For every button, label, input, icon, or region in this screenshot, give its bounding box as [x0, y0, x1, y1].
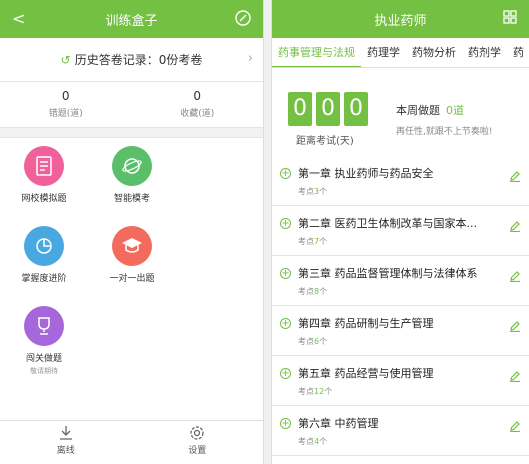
- section-divider: [0, 128, 263, 138]
- chapter-points: 考点6个: [298, 337, 328, 346]
- chapter-item[interactable]: + 第五章 药品经营与使用管理 考点12个: [272, 356, 529, 406]
- chapter-item[interactable]: + 第三章 药品监督管理体制与法律体系 考点8个: [272, 256, 529, 306]
- pharmacist-screen: 执业药师 药事管理与法规 药理学 药物分析 药剂学 药 0 0 0 距离考试(天…: [271, 0, 529, 464]
- challenge-item[interactable]: 闯关做题 敬请期待: [0, 306, 88, 386]
- back-icon[interactable]: <: [12, 9, 25, 28]
- weekly-label: 本周做题: [396, 104, 440, 117]
- chapter-item[interactable]: + 第一章 执业药师与药品安全 考点3个: [272, 156, 529, 206]
- chapter-title: 第六章 中药管理: [298, 417, 379, 430]
- one-on-one-label: 一对一出题: [109, 274, 155, 284]
- trophy-icon: [24, 306, 64, 346]
- expand-icon[interactable]: +: [280, 418, 291, 429]
- offline-label: 离线: [56, 446, 75, 456]
- chapter-item[interactable]: + 第四章 药品研制与生产管理 考点6个: [272, 306, 529, 356]
- chapter-item[interactable]: + 第六章 中药管理 考点4个: [272, 406, 529, 456]
- gear-icon: [132, 425, 264, 443]
- settings-label: 设置: [188, 446, 207, 456]
- pencil-icon[interactable]: [509, 417, 521, 436]
- grid-menu-icon[interactable]: [503, 10, 517, 28]
- page-title: 训练盒子: [105, 13, 158, 29]
- chapter-title: 第一章 执业药师与药品安全: [298, 167, 434, 180]
- history-value: 0份考卷: [158, 53, 203, 67]
- page-title: 执业药师: [374, 13, 427, 29]
- tab-pharmaceutics[interactable]: 药剂学: [462, 38, 507, 67]
- one-on-one-item[interactable]: 一对一出题: [88, 226, 176, 306]
- countdown-digit: 0: [316, 92, 340, 126]
- smart-exam-item[interactable]: 智能模考: [88, 146, 176, 226]
- document-icon: [24, 146, 64, 186]
- graduation-cap-icon: [112, 226, 152, 266]
- stats-row: 0 错题(道) 0 收藏(道): [0, 82, 263, 128]
- pie-chart-icon: [24, 226, 64, 266]
- compass-icon[interactable]: [235, 10, 251, 30]
- tab-pharmacology[interactable]: 药理学: [361, 38, 406, 67]
- settings-button[interactable]: 设置: [132, 421, 264, 464]
- subject-tabs: 药事管理与法规 药理学 药物分析 药剂学 药: [272, 38, 529, 68]
- chapter-title: 第二章 医药卫生体制改革与国家本...: [298, 217, 477, 230]
- chapter-title: 第五章 药品经营与使用管理: [298, 367, 434, 380]
- tab-law[interactable]: 药事管理与法规: [272, 38, 361, 67]
- chapter-list: + 第一章 执业药师与药品安全 考点3个 + 第二章 医药卫生体制改革与国家本.…: [272, 156, 529, 456]
- globe-icon: [112, 146, 152, 186]
- favorite-label: 收藏(道): [180, 109, 215, 119]
- mock-exam-item[interactable]: 网校模拟题: [0, 146, 88, 226]
- chapter-points: 考点7个: [298, 237, 328, 246]
- bottom-nav: 离线 设置: [0, 420, 263, 464]
- chevron-right-icon: ›: [247, 51, 253, 66]
- countdown-panel: 0 0 0 距离考试(天) 本周做题 0道 再任性,就跟不上节奏啦!: [272, 68, 529, 156]
- history-label: 历史答卷记录：: [74, 53, 159, 67]
- expand-icon[interactable]: +: [280, 218, 291, 229]
- wrong-stat[interactable]: 0 错题(道): [0, 82, 132, 127]
- expand-icon[interactable]: +: [280, 168, 291, 179]
- tab-more[interactable]: 药: [507, 38, 529, 67]
- weekly-stat: 本周做题 0道: [396, 102, 464, 118]
- history-row[interactable]: ↺ 历史答卷记录： 0份考卷 ›: [0, 38, 263, 82]
- chapter-points: 考点12个: [298, 387, 333, 396]
- pencil-icon[interactable]: [509, 317, 521, 336]
- pencil-icon[interactable]: [509, 217, 521, 236]
- chapter-title: 第三章 药品监督管理体制与法律体系: [298, 267, 478, 280]
- countdown-digit: 0: [344, 92, 368, 126]
- download-icon: [0, 425, 132, 443]
- chapter-points: 考点3个: [298, 187, 328, 196]
- weekly-value: 0道: [446, 104, 464, 117]
- expand-icon[interactable]: +: [280, 368, 291, 379]
- motto-text: 再任性,就跟不上节奏啦!: [396, 127, 493, 137]
- mastery-item[interactable]: 掌握度进阶: [0, 226, 88, 306]
- wrong-label: 错题(道): [48, 109, 83, 119]
- favorite-stat[interactable]: 0 收藏(道): [132, 82, 264, 127]
- chapter-item[interactable]: + 第二章 医药卫生体制改革与国家本... 考点7个: [272, 206, 529, 256]
- wrong-count: 0: [61, 89, 70, 103]
- expand-icon[interactable]: +: [280, 268, 291, 279]
- training-box-screen: < 训练盒子 ↺ 历史答卷记录： 0份考卷 › 0 错题(道) 0 收藏(道) …: [0, 0, 264, 464]
- offline-button[interactable]: 离线: [0, 421, 132, 464]
- pencil-icon[interactable]: [509, 267, 521, 286]
- header-bar: 执业药师: [272, 0, 529, 38]
- mock-exam-label: 网校模拟题: [21, 194, 67, 204]
- favorite-count: 0: [193, 89, 202, 103]
- chapter-points: 考点8个: [298, 287, 328, 296]
- pencil-icon[interactable]: [509, 367, 521, 386]
- mastery-label: 掌握度进阶: [21, 274, 67, 284]
- expand-icon[interactable]: +: [280, 318, 291, 329]
- chapter-title: 第四章 药品研制与生产管理: [298, 317, 434, 330]
- countdown-digit: 0: [288, 92, 312, 126]
- challenge-label: 闯关做题: [25, 354, 62, 364]
- coming-soon-label: 敬请期待: [30, 367, 58, 375]
- chapter-points: 考点4个: [298, 437, 328, 446]
- header-bar: < 训练盒子: [0, 0, 263, 38]
- feature-grid: 网校模拟题 智能模考 掌握度进阶 一对一出题 闯关做题 敬请期待: [0, 138, 263, 386]
- history-icon: ↺: [60, 52, 71, 67]
- smart-exam-label: 智能模考: [113, 194, 150, 204]
- pencil-icon[interactable]: [509, 167, 521, 186]
- tab-analysis[interactable]: 药物分析: [406, 38, 462, 67]
